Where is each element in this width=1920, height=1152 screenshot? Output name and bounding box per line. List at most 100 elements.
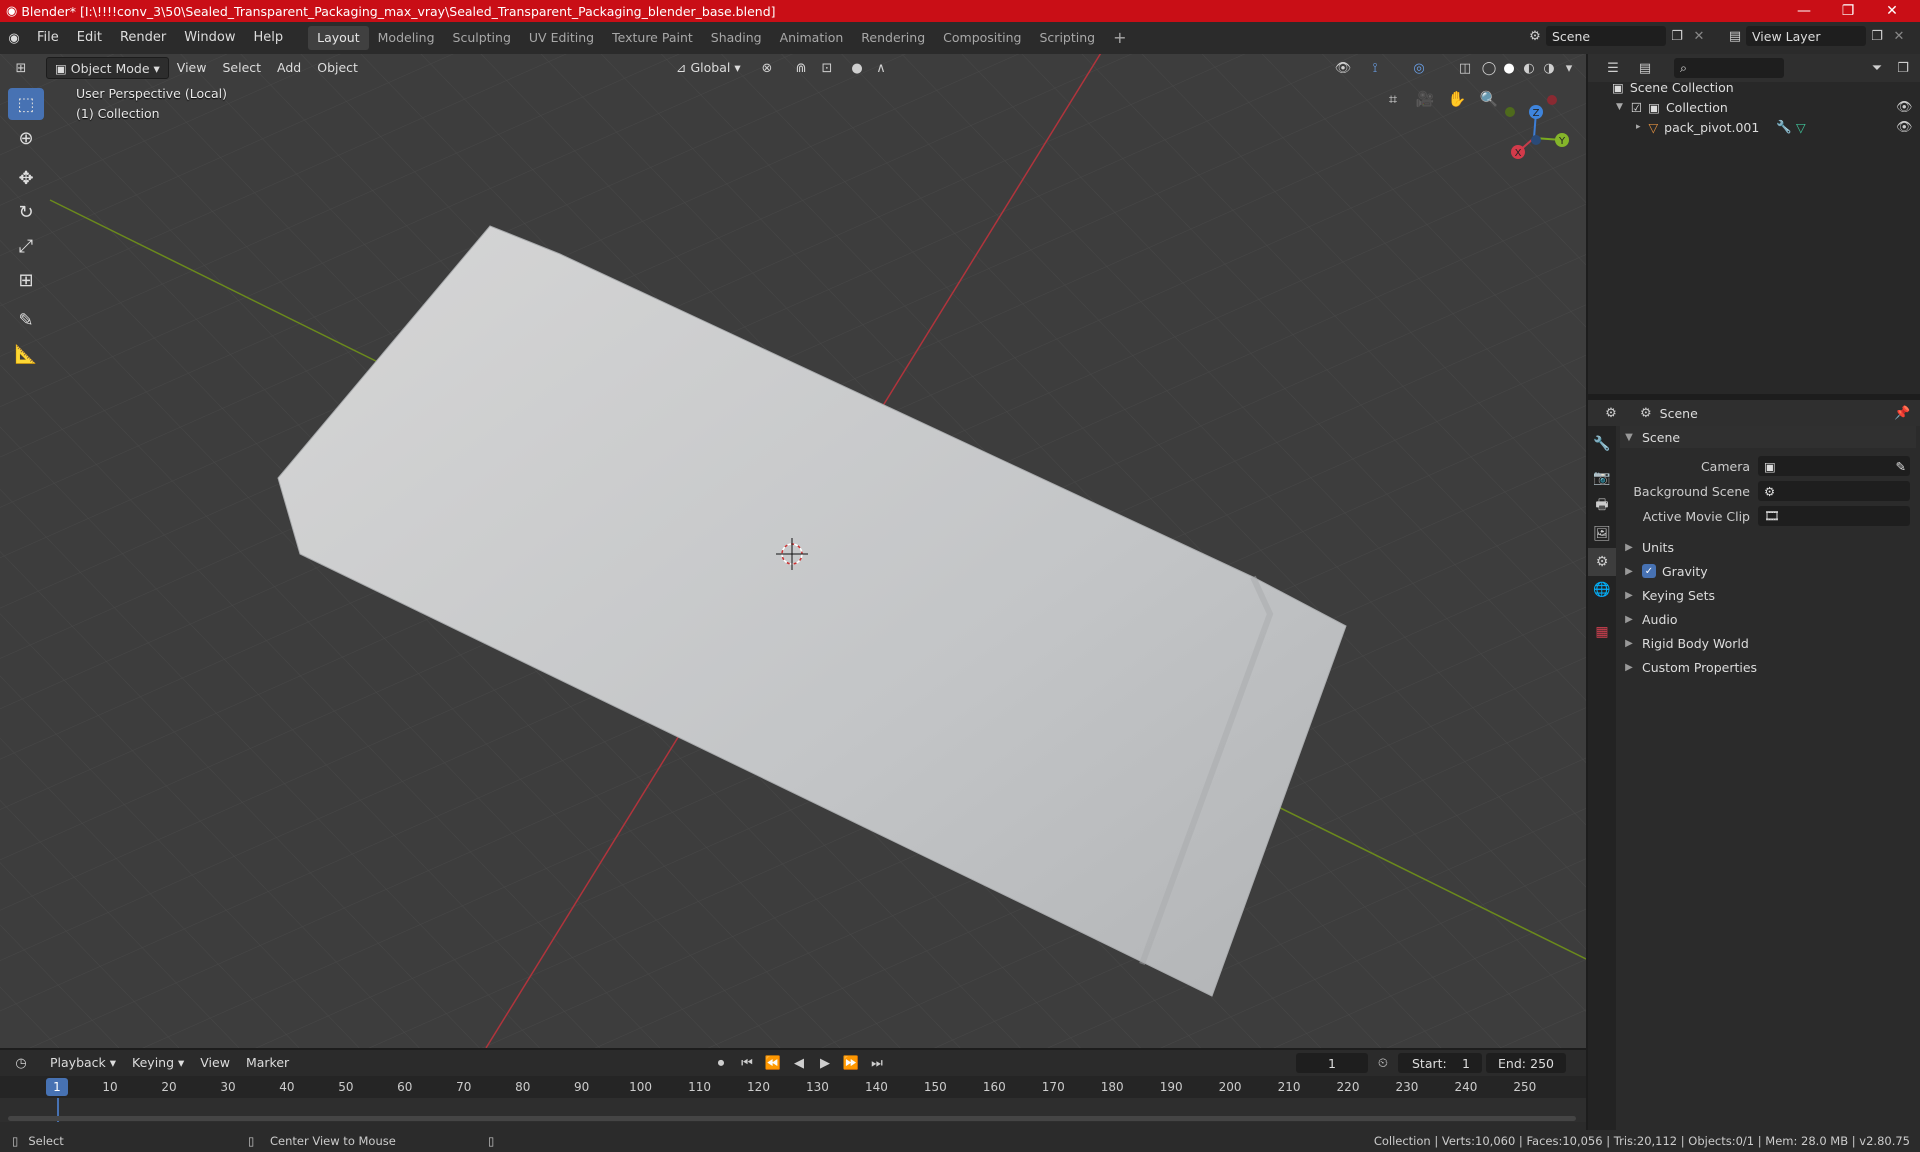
view-layer-tab-icon[interactable]: 🖼: [1588, 520, 1616, 548]
select-box-tool-icon[interactable]: ⬚: [8, 88, 44, 120]
view-layer-selector[interactable]: View Layer: [1746, 26, 1866, 46]
filter-icon[interactable]: ⏷: [1866, 58, 1888, 78]
editor-type-icon[interactable]: ⊞: [10, 58, 32, 78]
viewport-menu-add[interactable]: Add: [269, 57, 309, 79]
timeline-track[interactable]: [0, 1098, 1586, 1122]
tab-texture-paint[interactable]: Texture Paint: [603, 26, 702, 50]
cursor-tool-icon[interactable]: ⊕: [8, 122, 44, 154]
display-mode-icon[interactable]: ▤: [1634, 58, 1656, 78]
menu-file[interactable]: File: [28, 26, 68, 50]
tab-modeling[interactable]: Modeling: [369, 26, 444, 50]
falloff-icon[interactable]: ∧: [870, 58, 892, 78]
audio-panel[interactable]: ▶ Audio: [1620, 608, 1916, 630]
transform-orientation[interactable]: ⊿ Global ▾: [668, 57, 749, 79]
rendered-shading-icon[interactable]: ◑: [1538, 58, 1560, 78]
tab-compositing[interactable]: Compositing: [934, 26, 1030, 50]
start-frame-field[interactable]: Start: 1: [1398, 1053, 1482, 1073]
timeline-menu-marker[interactable]: Marker: [238, 1052, 297, 1074]
mode-selector[interactable]: ▣ Object Mode ▾: [46, 57, 169, 79]
scene-icon[interactable]: ⚙: [1524, 26, 1546, 46]
zoom-icon[interactable]: 🔍: [1476, 86, 1502, 112]
preview-range-icon[interactable]: ⏲: [1372, 1053, 1394, 1073]
timeline-menu-keying[interactable]: Keying ▾: [124, 1052, 192, 1074]
menu-edit[interactable]: Edit: [68, 26, 111, 50]
add-workspace-icon[interactable]: +: [1104, 26, 1135, 50]
view-layer-icon[interactable]: ▤: [1724, 26, 1746, 46]
jump-keyframe-back-icon[interactable]: ⏪: [762, 1053, 784, 1073]
transform-tool-icon[interactable]: ⊞: [8, 264, 44, 296]
solid-shading-icon[interactable]: ●: [1498, 58, 1520, 78]
active-movie-clip-field[interactable]: 🎞: [1758, 506, 1910, 526]
shading-options-icon[interactable]: ▾: [1558, 58, 1580, 78]
output-tab-icon[interactable]: 🖶: [1588, 492, 1616, 520]
gravity-checkbox[interactable]: ✓: [1642, 564, 1656, 578]
delete-scene-icon[interactable]: ✕: [1688, 26, 1710, 46]
jump-start-icon[interactable]: ⏮: [736, 1053, 758, 1073]
new-collection-icon[interactable]: ❐: [1892, 58, 1914, 78]
timeline-editor-icon[interactable]: ◷: [10, 1053, 32, 1073]
tab-rendering[interactable]: Rendering: [852, 26, 934, 50]
scale-tool-icon[interactable]: ⤢: [8, 230, 44, 262]
timeline-ruler[interactable]: 1 10 20 30 40 50 60 70 80 90 100 110 120 130 140 150 160…: [0, 1076, 1586, 1098]
texture-tab-icon[interactable]: ▦: [1588, 618, 1616, 646]
outliner-item-object[interactable]: ▸ ▽ pack_pivot.001 🔧 ▽ 👁: [1588, 117, 1920, 137]
3d-viewport[interactable]: [0, 54, 1586, 1048]
scene-tab-icon[interactable]: ⚙: [1588, 548, 1616, 576]
outliner-item-collection[interactable]: ▼ ☑ ▣ Collection 👁: [1588, 97, 1920, 117]
outliner-search-input[interactable]: ⌕: [1674, 58, 1784, 78]
snap-icon[interactable]: ⋒: [790, 58, 812, 78]
end-frame-field[interactable]: End: 250: [1486, 1053, 1566, 1073]
rigid-body-world-panel[interactable]: ▶ Rigid Body World: [1620, 632, 1916, 654]
render-tab-icon[interactable]: 📷: [1588, 464, 1616, 492]
snap-target-icon[interactable]: ⊡: [816, 58, 838, 78]
custom-properties-panel[interactable]: ▶ Custom Properties: [1620, 656, 1916, 678]
expand-object-icon[interactable]: ▸: [1636, 122, 1641, 132]
timeline-scrollbar[interactable]: [8, 1116, 1576, 1121]
menu-help[interactable]: Help: [245, 26, 293, 50]
mesh-data-icon[interactable]: ▽: [1796, 120, 1806, 135]
timeline-menu-playback[interactable]: Playback ▾: [42, 1052, 124, 1074]
collection-checkbox-icon[interactable]: ☑: [1631, 100, 1642, 115]
blender-menu-icon[interactable]: ◉: [0, 31, 28, 46]
annotate-tool-icon[interactable]: ✎: [8, 304, 44, 336]
minimize-icon[interactable]: —: [1782, 0, 1826, 22]
maximize-icon[interactable]: ❐: [1826, 0, 1870, 22]
tab-sculpting[interactable]: Sculpting: [444, 26, 520, 50]
background-scene-field[interactable]: ⚙: [1758, 481, 1910, 501]
proportional-edit-icon[interactable]: ●: [846, 58, 868, 78]
world-tab-icon[interactable]: 🌐: [1588, 576, 1616, 604]
outliner-item-scene-collection[interactable]: ▣ Scene Collection: [1588, 77, 1920, 97]
timeline-menu-view[interactable]: View: [192, 1052, 238, 1074]
visibility-icon[interactable]: 👁: [1332, 58, 1354, 78]
pan-hand-icon[interactable]: ✋: [1444, 86, 1470, 112]
expand-collection-icon[interactable]: ▼: [1616, 102, 1623, 112]
eyedropper-icon[interactable]: ✎: [1896, 459, 1906, 474]
tab-shading[interactable]: Shading: [702, 26, 771, 50]
tool-tab-icon[interactable]: 🔧: [1588, 430, 1616, 458]
record-icon[interactable]: ⏺: [710, 1053, 732, 1073]
camera-field[interactable]: ▣ ✎: [1758, 456, 1910, 476]
measure-tool-icon[interactable]: 📐: [8, 338, 44, 370]
navigation-gizmo[interactable]: X Y Z: [1502, 92, 1572, 162]
viewport-menu-object[interactable]: Object: [309, 57, 366, 79]
new-view-layer-icon[interactable]: ❐: [1866, 26, 1888, 46]
menu-window[interactable]: Window: [175, 26, 244, 50]
grid-view-icon[interactable]: ⌗: [1380, 86, 1406, 112]
new-scene-icon[interactable]: ❐: [1666, 26, 1688, 46]
pivot-icon[interactable]: ⊗: [756, 58, 778, 78]
outliner-editor-icon[interactable]: ☰: [1602, 58, 1624, 78]
pin-icon[interactable]: 📌: [1894, 406, 1910, 421]
object-eye-icon[interactable]: 👁: [1896, 120, 1913, 135]
rotate-tool-icon[interactable]: ↻: [8, 196, 44, 228]
jump-end-icon[interactable]: ⏭: [866, 1053, 888, 1073]
material-shading-icon[interactable]: ◐: [1518, 58, 1540, 78]
eye-icon[interactable]: 👁: [1896, 100, 1913, 115]
viewport-menu-select[interactable]: Select: [214, 57, 269, 79]
scene-panel-header[interactable]: ▼ Scene: [1620, 426, 1916, 448]
gravity-panel[interactable]: ▶ ✓ Gravity: [1620, 560, 1916, 582]
close-icon[interactable]: ✕: [1870, 0, 1914, 22]
play-icon[interactable]: ▶: [814, 1053, 836, 1073]
tab-animation[interactable]: Animation: [771, 26, 853, 50]
tab-uv-editing[interactable]: UV Editing: [520, 26, 603, 50]
gizmo-toggle-icon[interactable]: ⟟: [1364, 58, 1386, 78]
